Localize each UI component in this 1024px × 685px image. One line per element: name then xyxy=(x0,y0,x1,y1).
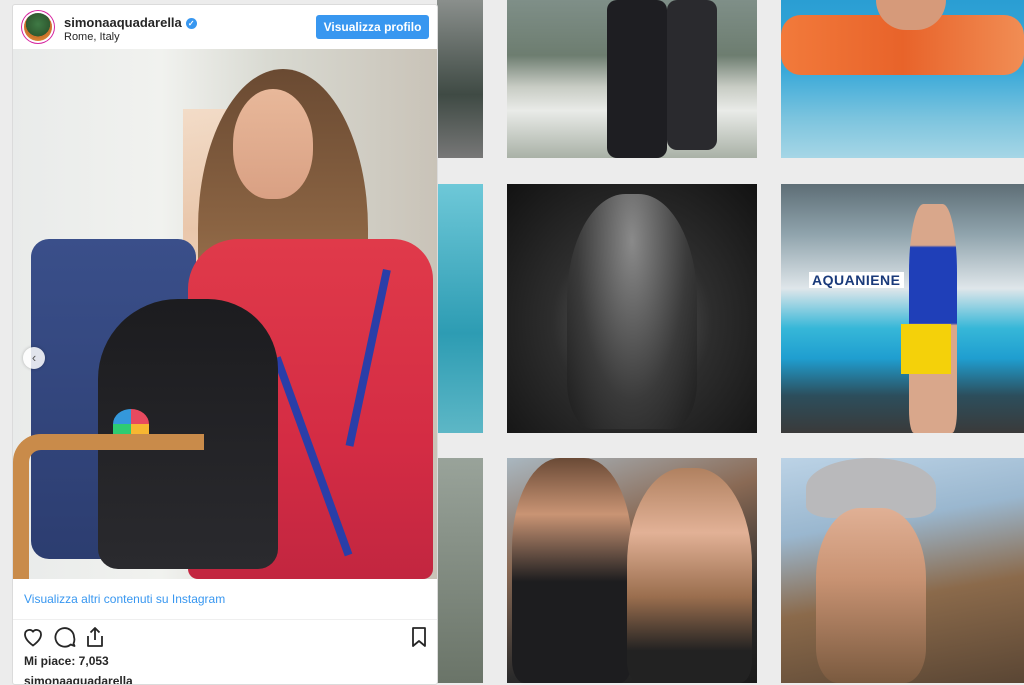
bookmark-icon[interactable] xyxy=(407,625,433,651)
person-silhouette xyxy=(512,458,632,683)
starting-block xyxy=(901,324,951,374)
grid-photo[interactable] xyxy=(781,0,1024,158)
heart-icon[interactable] xyxy=(21,625,47,651)
grid-photo[interactable]: AQUANIENE xyxy=(781,184,1024,433)
sleeve-stripe xyxy=(345,269,391,447)
grid-photo-partial[interactable] xyxy=(437,0,483,158)
divider xyxy=(13,619,437,620)
grid-photo[interactable] xyxy=(781,458,1024,683)
username-text[interactable]: simonaaquadarella xyxy=(64,15,182,30)
armchair-frame xyxy=(13,434,204,579)
view-more-link[interactable]: Visualizza altri contenuti su Instagram xyxy=(24,592,225,606)
instagram-embed: simonaaquadarella ✓ Rome, Italy Visualizz… xyxy=(12,4,438,685)
sleeve-stripe xyxy=(273,356,353,557)
share-icon[interactable] xyxy=(83,625,109,651)
swimmer-figure xyxy=(909,204,957,433)
person-silhouette xyxy=(627,468,752,683)
username[interactable]: simonaaquadarella ✓ xyxy=(64,15,197,30)
caption-username[interactable]: simonaaquadarella xyxy=(24,674,133,684)
avatar[interactable] xyxy=(24,13,52,41)
view-profile-button[interactable]: Visualizza profilo xyxy=(316,15,429,39)
person-silhouette xyxy=(667,0,717,150)
likes-count: Mi piace: 7,053 xyxy=(24,654,109,668)
grid-photo-partial[interactable] xyxy=(437,458,483,683)
pool-banner-text: AQUANIENE xyxy=(809,272,904,288)
grid-photo[interactable] xyxy=(507,0,757,158)
carousel-prev-icon[interactable]: ‹ xyxy=(23,347,45,369)
verified-badge-icon: ✓ xyxy=(185,18,197,29)
location[interactable]: Rome, Italy xyxy=(64,31,120,43)
grid-photo[interactable] xyxy=(507,458,757,683)
post-header: simonaaquadarella ✓ Rome, Italy Visualizz… xyxy=(13,5,437,49)
post-image[interactable]: ‹ xyxy=(13,49,437,579)
action-bar xyxy=(21,625,431,651)
grid-photo[interactable] xyxy=(507,184,757,433)
face-shape xyxy=(233,89,313,199)
comment-icon[interactable] xyxy=(53,625,79,651)
grid-photo-partial[interactable] xyxy=(437,184,483,433)
grid-partial-column xyxy=(437,0,483,683)
face-shape xyxy=(816,508,926,683)
person-silhouette xyxy=(607,0,667,158)
person-silhouette xyxy=(567,194,697,429)
